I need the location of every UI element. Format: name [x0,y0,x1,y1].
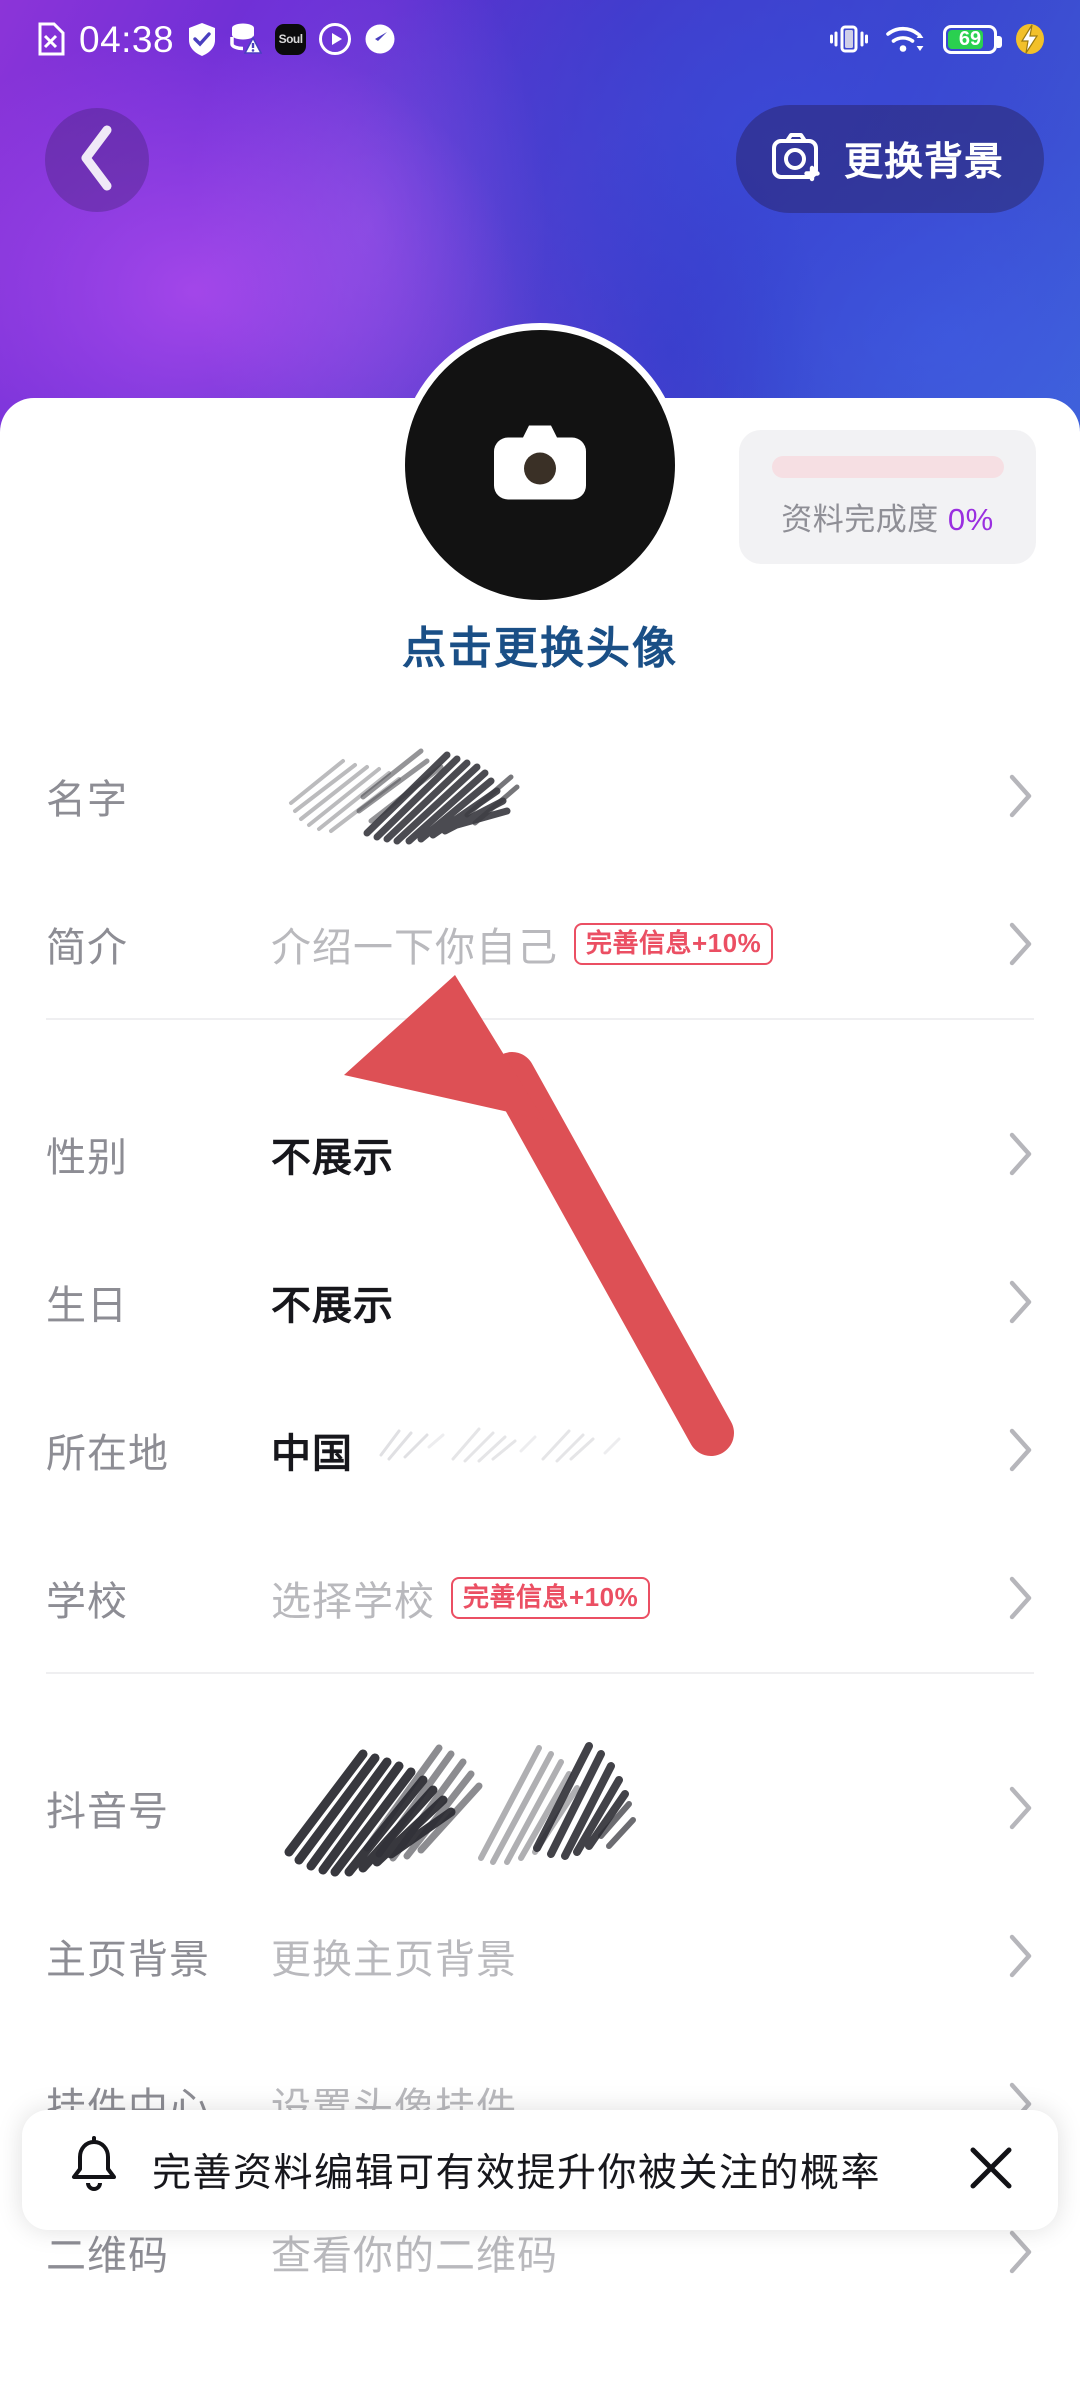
field-label-school: 学校 [46,1580,128,1624]
field-value-location: 中国 [271,1417,994,1483]
change-background-label: 更换背景 [843,141,1004,184]
chevron-left-icon [77,125,117,196]
battery-level-label: 69 [958,27,982,50]
field-label-homepage-background: 主页背景 [46,1938,210,1982]
bell-icon [66,2135,122,2205]
chevron-right-icon [994,921,1034,967]
field-row-birthday[interactable]: 生日 不展示 [0,1228,1080,1376]
redacted-douyin-id-scribble [271,1728,691,1888]
field-value-gender: 不展示 [271,1136,394,1180]
field-row-bio[interactable]: 简介 介绍一下你自己 完善信息+10% [0,870,1080,1018]
profile-completion-card[interactable]: 资料完成度 0% [739,430,1036,564]
field-row-location[interactable]: 所在地 中国 [0,1376,1080,1524]
field-placeholder-bio: 介绍一下你自己 [271,926,558,970]
redacted-name-scribble [271,741,571,851]
field-row-homepage-background[interactable]: 主页背景 更换主页背景 [0,1882,1080,2030]
field-value-name [271,741,994,851]
field-label-gender: 性别 [46,1136,128,1180]
chevron-right-icon [994,1933,1034,1979]
play-circle-icon [319,23,352,55]
chevron-right-icon [994,1427,1034,1473]
database-warning-icon [230,22,263,56]
status-bar: 04:38 Soul 69 [0,0,1080,78]
toast-message: 完善资料编辑可有效提升你被关注的概率 [152,2152,882,2195]
profile-completion-text: 资料完成度 0% [781,494,993,539]
speedometer-icon [364,23,396,55]
field-label-birthday: 生日 [46,1284,128,1328]
status-bar-left: 04:38 Soul [36,21,396,58]
profile-completion-progress [771,455,1004,478]
toast-notification: 完善资料编辑可有效提升你被关注的概率 [22,2110,1058,2230]
redacted-location-region [375,1417,675,1483]
field-value-school: 选择学校 完善信息+10% [271,1569,994,1627]
avatar[interactable] [398,323,682,607]
chevron-right-icon [994,773,1034,819]
field-label-name: 名字 [46,778,128,822]
no-sim-card-icon [36,22,66,56]
improve-info-badge-bio: 完善信息+10% [574,923,774,965]
field-label-qr-code: 二维码 [46,2234,169,2278]
wifi-icon [886,23,926,55]
field-placeholder-school: 选择学校 [271,1580,435,1624]
change-avatar-link[interactable]: 点击更换头像 [0,612,1080,676]
camera-icon [492,424,588,507]
change-background-button[interactable]: 更换背景 [735,105,1044,213]
battery-icon: 69 [943,24,1002,54]
chevron-right-icon [994,2229,1034,2275]
camera-plus-icon [770,130,824,189]
field-value-qr-code: 查看你的二维码 [271,2234,558,2278]
field-value-bio: 介绍一下你自己 完善信息+10% [271,915,994,973]
fast-charge-icon [1014,22,1046,56]
field-value-birthday: 不展示 [271,1284,394,1328]
close-icon[interactable] [966,2143,1016,2198]
field-label-bio: 简介 [46,926,128,970]
profile-edit-screen: 04:38 Soul 69 更换背景 资料完成度 0% 点击更换头像 名字 简介… [0,0,1080,2408]
profile-completion-label: 资料完成度 [781,501,939,537]
field-value-homepage-background: 更换主页背景 [271,1938,517,1982]
field-row-school[interactable]: 学校 选择学校 完善信息+10% [0,1524,1080,1672]
field-value-douyin-id [271,1728,994,1888]
back-button[interactable] [45,108,149,212]
chevron-right-icon [994,1575,1034,1621]
improve-info-badge-school: 完善信息+10% [451,1577,651,1619]
field-row-douyin-id[interactable]: 抖音号 [0,1734,1080,1882]
soul-app-icon: Soul [275,23,307,55]
status-bar-clock: 04:38 [79,18,175,60]
field-row-name[interactable]: 名字 [0,722,1080,870]
chevron-right-icon [994,1279,1034,1325]
field-value-location-country: 中国 [271,1432,353,1476]
shield-check-icon [187,22,217,56]
field-label-location: 所在地 [46,1432,169,1476]
field-label-douyin-id: 抖音号 [46,1790,169,1834]
profile-field-list: 名字 简介 介绍一下你自己 完善信息+10% 性别 不展示 生日 不展示 所在地… [0,722,1080,2326]
vibrate-mode-icon [829,22,869,56]
status-bar-right: 69 [829,22,1046,56]
field-row-gender[interactable]: 性别 不展示 [0,1080,1080,1228]
profile-completion-percent: 0% [947,501,994,537]
chevron-right-icon [994,1785,1034,1831]
chevron-right-icon [994,1131,1034,1177]
